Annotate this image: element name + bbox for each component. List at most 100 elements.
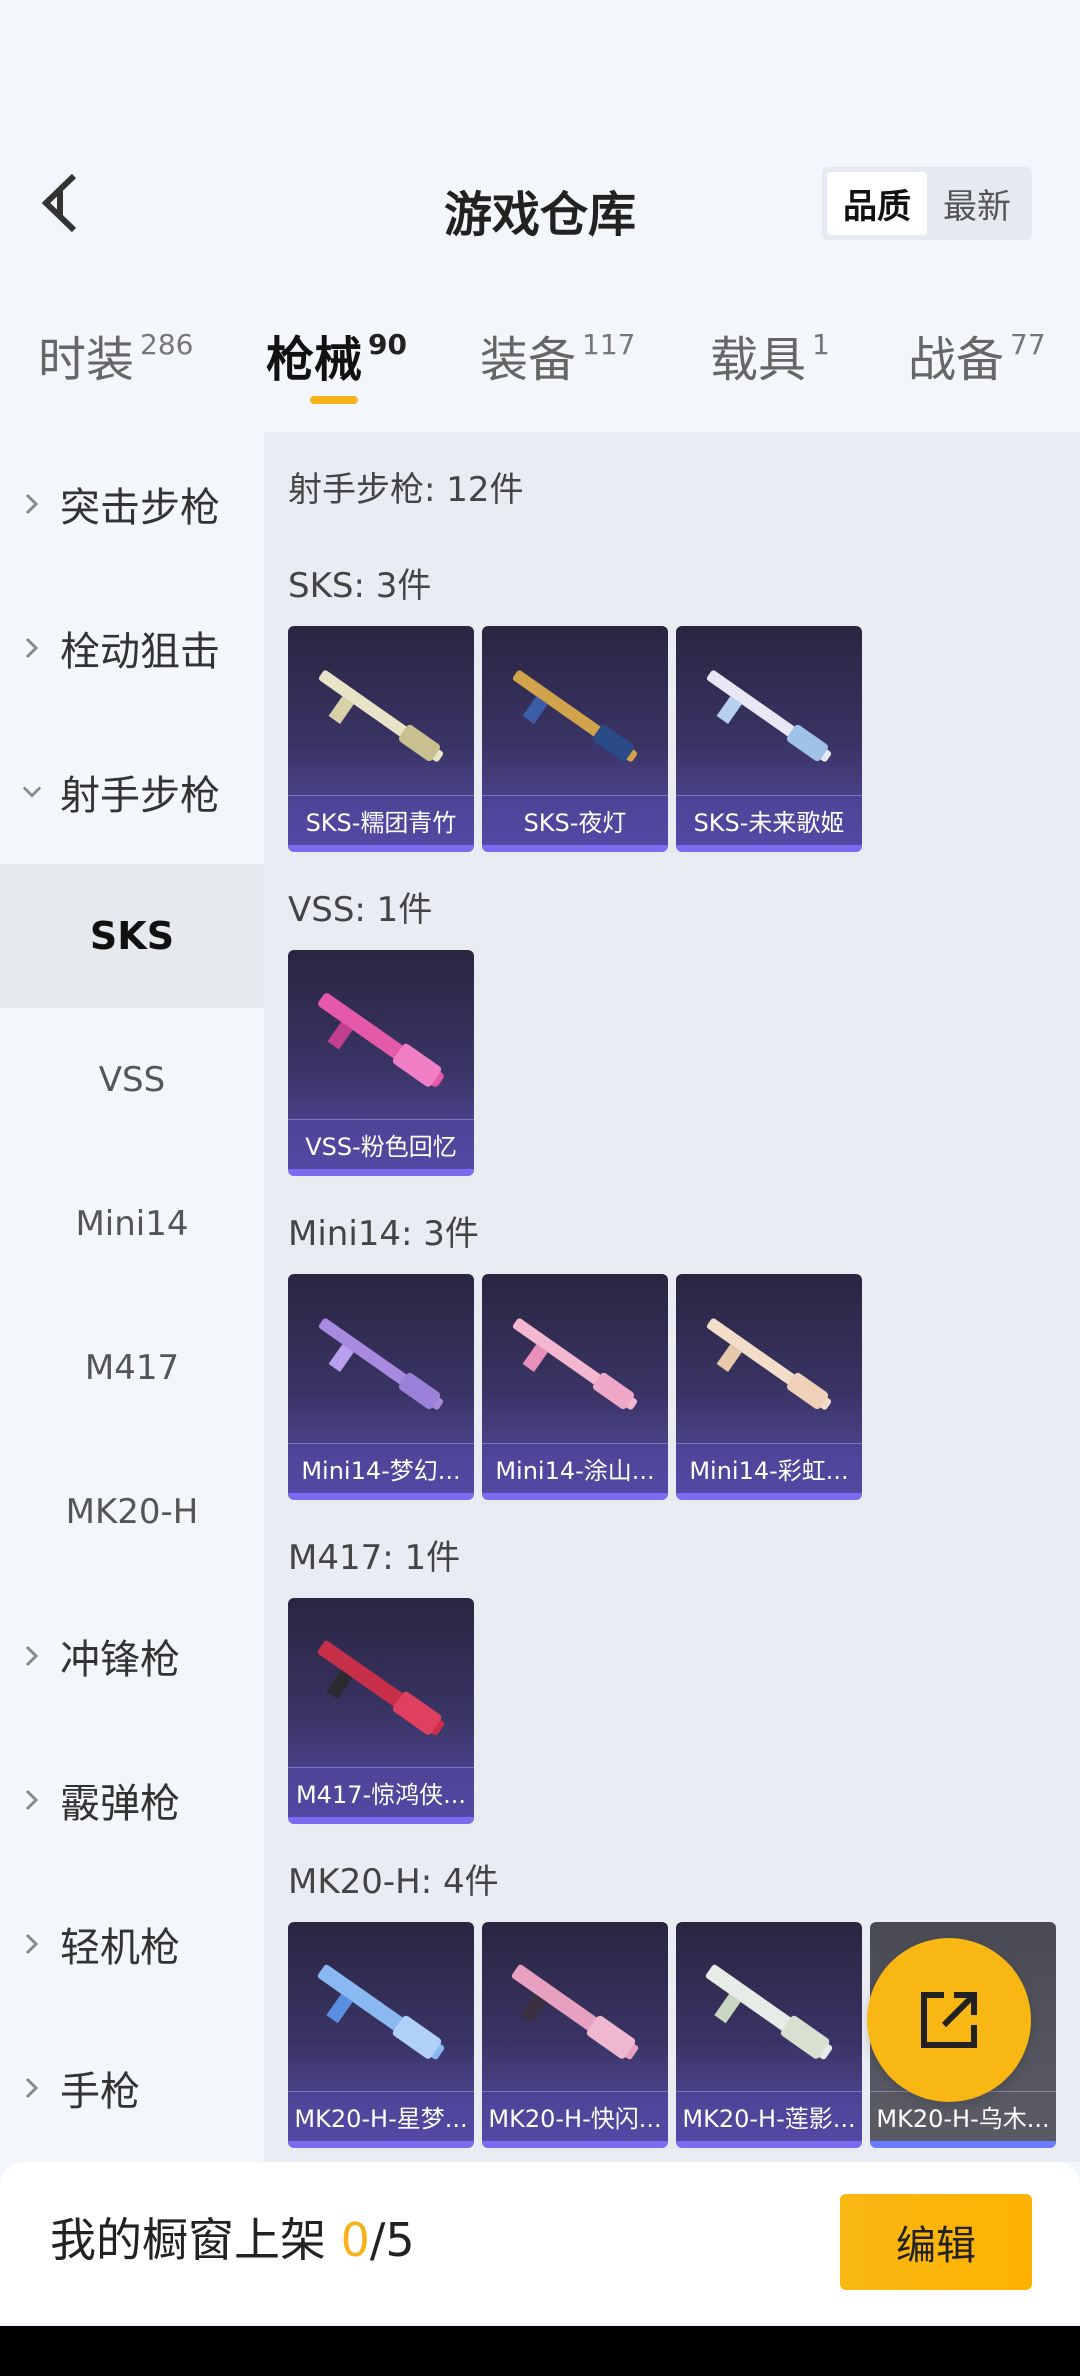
item-card[interactable]: M417-惊鸿侠... (288, 1598, 474, 1824)
edit-button[interactable]: 编辑 (840, 2194, 1032, 2290)
rifle-icon (511, 1964, 639, 2060)
section-title: MK20-H: 4件 (288, 1862, 499, 1902)
header: 游戏仓库 品质 最新 (0, 0, 1080, 300)
item-name: SKS-未来歌姬 (676, 795, 862, 845)
active-tab-indicator (310, 396, 358, 404)
tab-count: 286 (140, 328, 194, 361)
tab-gear[interactable]: 战备 77 (908, 320, 1046, 400)
sort-option-quality[interactable]: 品质 (827, 172, 927, 235)
category-heading: 射手步枪: 12件 (288, 470, 524, 510)
chevron-right-icon (22, 2077, 42, 2099)
item-card[interactable]: Mini14-彩虹... (676, 1274, 862, 1500)
sidebar-item-label: MK20-H (65, 1492, 199, 1532)
tab-count: 77 (1010, 328, 1046, 361)
rifle-icon (317, 1640, 445, 1736)
item-grid: 射手步枪: 12件 SKS: 3件 SKS-糯团青竹 SKS-夜灯 SKS-未来… (264, 432, 1080, 2162)
item-card[interactable]: SKS-未来歌姬 (676, 626, 862, 852)
item-name: SKS-糯团青竹 (288, 795, 474, 845)
section-title: SKS: 3件 (288, 566, 432, 606)
item-card[interactable]: MK20-H-莲影... (676, 1922, 862, 2148)
section-title: M417: 1件 (288, 1538, 461, 1578)
rifle-icon (706, 1318, 832, 1410)
category-tabs: 时装 286 枪械 90 装备 117 载具 1 战备 77 (0, 320, 1080, 430)
showcase-count: 0 (340, 2213, 370, 2267)
sidebar-item-sks[interactable]: SKS (0, 864, 264, 1008)
rifle-icon (318, 1318, 444, 1410)
tab-label: 载具 (710, 332, 807, 388)
sidebar-item-label: SKS (89, 914, 175, 958)
item-name: MK20-H-莲影... (676, 2091, 862, 2141)
rifle-icon (318, 670, 444, 762)
showcase-status: 我的橱窗上架 0/5 (50, 2204, 415, 2270)
sidebar-item-assault-rifle[interactable]: 突击步枪 (0, 432, 264, 576)
tab-count: 117 (582, 328, 636, 361)
chevron-right-icon (22, 1933, 42, 1955)
tab-count: 90 (368, 328, 407, 361)
sidebar-item-pistol[interactable]: 手枪 (0, 2016, 264, 2160)
item-name: Mini14-梦幻... (288, 1443, 474, 1493)
sidebar-item-label: 栓动狙击 (60, 629, 220, 675)
sidebar-item-label: 冲锋枪 (60, 1637, 180, 1683)
tab-equipment[interactable]: 装备 117 (480, 320, 635, 400)
sidebar-item-label: 射手步枪 (60, 773, 220, 819)
chevron-right-icon (22, 493, 42, 515)
sidebar-item-vss[interactable]: VSS (0, 1008, 264, 1152)
section-title: Mini14: 3件 (288, 1214, 479, 1254)
sidebar-item-label: 手枪 (60, 2069, 140, 2115)
tab-guns[interactable]: 枪械 90 (266, 320, 407, 400)
rifle-icon (512, 1318, 638, 1410)
rifle-icon (706, 670, 832, 762)
sidebar-item-shotgun[interactable]: 霰弹枪 (0, 1728, 264, 1872)
rifle-icon (317, 1964, 445, 2060)
sidebar-item-lmg[interactable]: 轻机枪 (0, 1872, 264, 2016)
item-name: MK20-H-快闪... (482, 2091, 668, 2141)
sidebar-item-mini14[interactable]: Mini14 (0, 1152, 264, 1296)
showcase-total: /5 (369, 2213, 415, 2267)
share-button[interactable] (867, 1938, 1031, 2102)
item-card[interactable]: SKS-糯团青竹 (288, 626, 474, 852)
item-card[interactable]: VSS-粉色回忆 (288, 950, 474, 1176)
share-external-icon (921, 1992, 977, 2048)
item-name: M417-惊鸿侠... (288, 1767, 474, 1817)
sort-option-newest[interactable]: 最新 (927, 172, 1027, 235)
tab-label: 装备 (480, 332, 577, 388)
bottom-bar: 我的橱窗上架 0/5 编辑 (0, 2162, 1080, 2322)
tab-label: 时装 (38, 332, 135, 388)
rifle-icon (705, 1964, 833, 2060)
sidebar-item-label: 突击步枪 (60, 485, 220, 531)
system-nav-bar (0, 2326, 1080, 2376)
tab-count: 1 (812, 328, 830, 361)
sidebar-item-marksman-rifle[interactable]: 射手步枪 (0, 720, 264, 864)
item-name: Mini14-彩虹... (676, 1443, 862, 1493)
item-name: SKS-夜灯 (482, 795, 668, 845)
item-name: VSS-粉色回忆 (288, 1119, 474, 1169)
sort-toggle: 品质 最新 (822, 167, 1032, 240)
chevron-right-icon (22, 637, 42, 659)
item-card[interactable]: Mini14-梦幻... (288, 1274, 474, 1500)
item-card[interactable]: MK20-H-快闪... (482, 1922, 668, 2148)
sidebar-item-label: Mini14 (75, 1204, 189, 1244)
chevron-down-icon (22, 782, 42, 802)
item-card[interactable]: Mini14-涂山... (482, 1274, 668, 1500)
tab-label: 枪械 (266, 332, 363, 388)
sidebar: 突击步枪 栓动狙击 射手步枪 SKS VSS Mini14 M417 MK20-… (0, 432, 264, 2162)
item-name: MK20-H-星梦... (288, 2091, 474, 2141)
sidebar-item-mk20h[interactable]: MK20-H (0, 1440, 264, 1584)
sidebar-item-smg[interactable]: 冲锋枪 (0, 1584, 264, 1728)
item-card[interactable]: MK20-H-星梦... (288, 1922, 474, 2148)
sidebar-item-bolt-sniper[interactable]: 栓动狙击 (0, 576, 264, 720)
section-title: VSS: 1件 (288, 890, 433, 930)
sidebar-item-label: 轻机枪 (60, 1925, 180, 1971)
item-card[interactable]: SKS-夜灯 (482, 626, 668, 852)
rifle-icon (512, 670, 638, 762)
sidebar-item-label: M417 (84, 1348, 180, 1388)
chevron-right-icon (22, 1645, 42, 1667)
sidebar-item-m417[interactable]: M417 (0, 1296, 264, 1440)
tab-vehicles[interactable]: 载具 1 (710, 320, 830, 400)
tab-label: 战备 (908, 332, 1005, 388)
sidebar-item-label: 霰弹枪 (60, 1781, 180, 1827)
sidebar-item-label: VSS (98, 1060, 166, 1100)
showcase-label: 我的橱窗上架 (50, 2213, 341, 2267)
item-name: Mini14-涂山... (482, 1443, 668, 1493)
tab-outfits[interactable]: 时装 286 (38, 320, 193, 400)
